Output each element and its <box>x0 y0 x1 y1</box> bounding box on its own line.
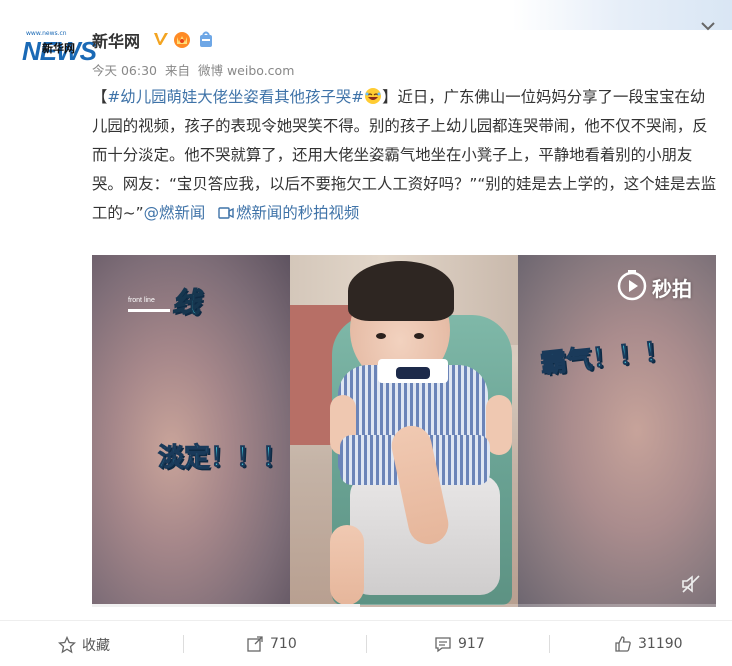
post-text: 【#幼儿园萌娃大佬坐姿看其他孩子哭# 】近日，广东佛山一位妈妈分享了一段宝宝在幼… <box>92 83 720 228</box>
topic-link[interactable]: #幼儿园萌娃大佬坐姿看其他孩子哭# <box>107 88 364 106</box>
chevron-down-icon[interactable] <box>700 18 716 34</box>
video-player[interactable]: front line 线 淡定！！！ 霸气！！！ 秒拍 <box>92 255 716 607</box>
comment-icon <box>435 637 451 653</box>
verified-icon <box>154 33 168 45</box>
laugh-emoji-icon <box>365 88 382 104</box>
video-frame <box>290 255 518 607</box>
comment-button[interactable]: 917 <box>434 635 485 653</box>
header-decoration <box>0 0 732 30</box>
source-prefix: 来自 <box>164 63 190 78</box>
comment-count: 917 <box>458 636 485 652</box>
miaopai-watermark: 秒拍 <box>616 269 706 303</box>
favorite-label: 收藏 <box>82 638 110 654</box>
child-eye-right <box>414 333 424 339</box>
star-icon <box>58 636 76 654</box>
thumbs-up-icon <box>615 636 631 652</box>
child-leg-down <box>330 525 364 605</box>
video-progress-bar[interactable] <box>92 604 716 607</box>
vip-crown-icon[interactable] <box>172 29 192 49</box>
miaopai-icon <box>617 270 647 301</box>
repost-icon <box>247 636 263 652</box>
video-link-label: 燃新闻的秒拍视频 <box>236 204 360 222</box>
frontline-text: front line <box>128 297 155 304</box>
video-link[interactable]: 燃新闻的秒拍视频 <box>210 204 359 222</box>
divider <box>549 635 550 653</box>
divider <box>366 635 367 653</box>
video-progress-fill <box>92 604 361 607</box>
caption-left: 淡定！！！ <box>157 443 289 474</box>
child-bowtie <box>396 367 430 379</box>
video-link-icon <box>218 207 234 219</box>
child-eye-left <box>376 333 386 339</box>
avatar[interactable]: www.news.cn NEWS 新华网 <box>20 30 97 78</box>
member-badge-icon[interactable] <box>198 29 214 49</box>
repost-button[interactable]: 710 <box>246 635 297 653</box>
avatar-logo-cn: 新华网 <box>42 42 75 55</box>
account-name[interactable]: 新华网 <box>92 28 140 52</box>
like-count: 31190 <box>638 636 683 652</box>
favorite-button[interactable]: 收藏 <box>58 635 110 655</box>
post-source[interactable]: 微博 weibo.com <box>198 63 294 78</box>
frontline-bar <box>128 309 170 312</box>
mute-icon[interactable] <box>680 573 702 595</box>
frontline-cn: 线 <box>171 286 201 320</box>
frontline-logo: front line 线 <box>128 286 208 335</box>
post-body: 近日，广东佛山一位妈妈分享了一段宝宝在幼儿园的视频，孩子的表现令她哭笑不得。别的… <box>92 88 717 222</box>
post-meta: 今天 06:30 来自 微博 weibo.com <box>92 60 298 79</box>
child-hair <box>348 261 454 321</box>
like-button[interactable]: 31190 <box>614 635 683 653</box>
divider <box>183 635 184 653</box>
miaopai-text: 秒拍 <box>652 277 692 301</box>
action-bar: 收藏 710 917 31190 <box>0 620 732 666</box>
video-blur-right <box>518 255 716 607</box>
bracket-close: 】 <box>382 88 398 106</box>
repost-count: 710 <box>270 636 297 652</box>
mention-link[interactable]: @燃新闻 <box>144 204 206 222</box>
post-time[interactable]: 今天 06:30 <box>92 63 157 78</box>
bracket-open: 【 <box>92 88 108 106</box>
